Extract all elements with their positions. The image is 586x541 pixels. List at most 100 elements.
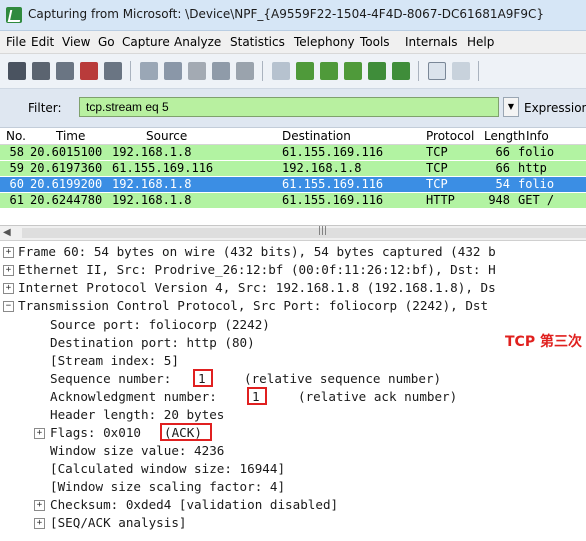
close-file-icon[interactable] — [188, 62, 206, 80]
packet-cell-info: GET / — [518, 193, 555, 207]
column-header-source[interactable]: Source — [146, 129, 187, 143]
toolbar-divider — [130, 61, 131, 81]
menu-file[interactable]: File — [6, 35, 26, 49]
expand-icon[interactable]: + — [34, 500, 45, 511]
detail-window-size[interactable]: Window size value: 4236 — [50, 443, 224, 458]
packet-cell-protocol: TCP — [426, 145, 448, 159]
go-to-packet-icon[interactable] — [344, 62, 362, 80]
column-header-length[interactable]: Length — [484, 129, 525, 143]
menu-internals[interactable]: Internals — [405, 35, 458, 49]
colorize-icon[interactable] — [428, 62, 446, 80]
packet-cell-no: 61 — [9, 193, 24, 207]
menu-capture[interactable]: Capture — [122, 35, 170, 49]
detail-frame[interactable]: Frame 60: 54 bytes on wire (432 bits), 5… — [18, 244, 496, 259]
expand-icon[interactable]: + — [3, 283, 14, 294]
expand-icon[interactable]: + — [34, 518, 45, 529]
expand-icon[interactable]: + — [3, 265, 14, 276]
menu-view[interactable]: View — [62, 35, 90, 49]
packet-row[interactable]: 61 20.6244780 192.168.1.8 61.155.169.116 HTT… — [0, 193, 586, 208]
packet-cell-length: 948 — [488, 193, 510, 207]
packet-row[interactable]: 60 20.6199200 192.168.1.8 61.155.169.116 TCP… — [0, 177, 586, 192]
stop-capture-icon[interactable] — [80, 62, 98, 80]
save-file-icon[interactable] — [164, 62, 182, 80]
detail-header-length[interactable]: Header length: 20 bytes — [50, 407, 224, 422]
packet-cell-destination: 61.155.169.116 — [282, 193, 384, 207]
menu-edit[interactable]: Edit — [31, 35, 54, 49]
find-packet-icon[interactable] — [272, 62, 290, 80]
detail-checksum[interactable]: Checksum: 0xded4 [validation disabled] — [50, 497, 338, 512]
menu-go[interactable]: Go — [98, 35, 115, 49]
wireshark-logo-icon — [6, 7, 22, 23]
display-filter-input[interactable]: tcp.stream eq 5 — [79, 97, 499, 117]
capture-options-icon[interactable] — [32, 62, 50, 80]
packet-cell-length: 66 — [495, 145, 510, 159]
detail-dst-port[interactable]: Destination port: http (80) — [50, 335, 255, 350]
scroll-left-icon[interactable]: ◀ — [3, 227, 11, 238]
detail-src-port[interactable]: Source port: foliocorp (2242) — [50, 317, 270, 332]
detail-seqack-analysis[interactable]: [SEQ/ACK analysis] — [50, 515, 186, 530]
packet-cell-source: 192.168.1.8 — [112, 177, 192, 191]
interface-list-icon[interactable] — [8, 62, 26, 80]
reload-icon[interactable] — [212, 62, 230, 80]
restart-capture-icon[interactable] — [104, 62, 122, 80]
go-last-packet-icon[interactable] — [392, 62, 410, 80]
go-first-packet-icon[interactable] — [368, 62, 386, 80]
filter-toolbar: Filter: tcp.stream eq 5 ▼ Expression — [0, 89, 586, 128]
expand-icon[interactable]: + — [34, 428, 45, 439]
packet-cell-time: 20.6015100 — [30, 145, 103, 159]
column-header-destination[interactable]: Destination — [282, 129, 351, 143]
detail-seq-label[interactable]: Sequence number: — [50, 371, 171, 386]
expand-icon[interactable]: + — [3, 247, 14, 258]
packet-cell-info: folio — [518, 177, 555, 191]
packet-list-header: No. Time Source Destination Protocol Len… — [0, 128, 586, 145]
packet-row[interactable]: 58 20.6015100 192.168.1.8 61.155.169.116 TCP… — [0, 145, 586, 160]
detail-seq-note: (relative sequence number) — [244, 371, 442, 386]
packet-cell-length: 66 — [495, 161, 510, 175]
packet-details-pane: + Frame 60: 54 bytes on wire (432 bits),… — [0, 241, 586, 541]
toolbar-divider — [478, 61, 479, 81]
detail-ack-label[interactable]: Acknowledgment number: — [50, 389, 217, 404]
menu-tools[interactable]: Tools — [360, 35, 390, 49]
detail-stream-index[interactable]: [Stream index: 5] — [50, 353, 179, 368]
packet-list-pane: No. Time Source Destination Protocol Len… — [0, 128, 586, 226]
column-header-no[interactable]: No. — [6, 129, 26, 143]
detail-calc-window[interactable]: [Calculated window size: 16944] — [50, 461, 285, 476]
detail-tcp[interactable]: Transmission Control Protocol, Src Port:… — [18, 298, 488, 313]
menu-telephony[interactable]: Telephony — [294, 35, 355, 49]
expression-button[interactable]: Expression — [524, 101, 586, 115]
menu-analyze[interactable]: Analyze — [174, 35, 221, 49]
menu-help[interactable]: Help — [467, 35, 494, 49]
detail-ethernet[interactable]: Ethernet II, Src: Prodrive_26:12:bf (00:… — [18, 262, 496, 277]
flags-highlight-box — [160, 423, 212, 441]
packet-cell-info: folio — [518, 145, 555, 159]
collapse-icon[interactable]: − — [3, 301, 14, 312]
column-header-info[interactable]: Info — [526, 129, 549, 143]
print-icon[interactable] — [236, 62, 254, 80]
packet-cell-protocol: TCP — [426, 177, 448, 191]
packet-cell-source: 61.155.169.116 — [112, 161, 214, 175]
filter-history-dropdown[interactable]: ▼ — [503, 97, 519, 117]
packet-cell-destination: 192.168.1.8 — [282, 161, 362, 175]
packet-cell-length: 54 — [495, 177, 510, 191]
go-back-icon[interactable] — [296, 62, 314, 80]
detail-scaling-factor[interactable]: [Window size scaling factor: 4] — [50, 479, 285, 494]
packet-cell-destination: 61.155.169.116 — [282, 145, 384, 159]
detail-flags-label[interactable]: Flags: 0x010 — [50, 425, 141, 440]
start-capture-icon[interactable] — [56, 62, 74, 80]
title-bar: Capturing from Microsoft: \Device\NPF_{A… — [0, 0, 586, 31]
ack-highlight-box — [247, 387, 267, 405]
detail-ip[interactable]: Internet Protocol Version 4, Src: 192.16… — [18, 280, 496, 295]
column-header-time[interactable]: Time — [56, 129, 85, 143]
packet-cell-destination: 61.155.169.116 — [282, 177, 384, 191]
auto-scroll-icon[interactable] — [452, 62, 470, 80]
packet-row[interactable]: 59 20.6197360 61.155.169.116 192.168.1.8 TCP… — [0, 161, 586, 176]
open-file-icon[interactable] — [140, 62, 158, 80]
column-header-protocol[interactable]: Protocol — [426, 129, 474, 143]
go-forward-icon[interactable] — [320, 62, 338, 80]
packet-cell-time: 20.6197360 — [30, 161, 103, 175]
scrollbar-thumb[interactable] — [22, 228, 586, 238]
toolbar-divider — [262, 61, 263, 81]
packet-list-scrollbar[interactable]: ◀ ||| — [0, 226, 586, 241]
menu-statistics[interactable]: Statistics — [230, 35, 285, 49]
filter-label: Filter: — [28, 101, 62, 115]
